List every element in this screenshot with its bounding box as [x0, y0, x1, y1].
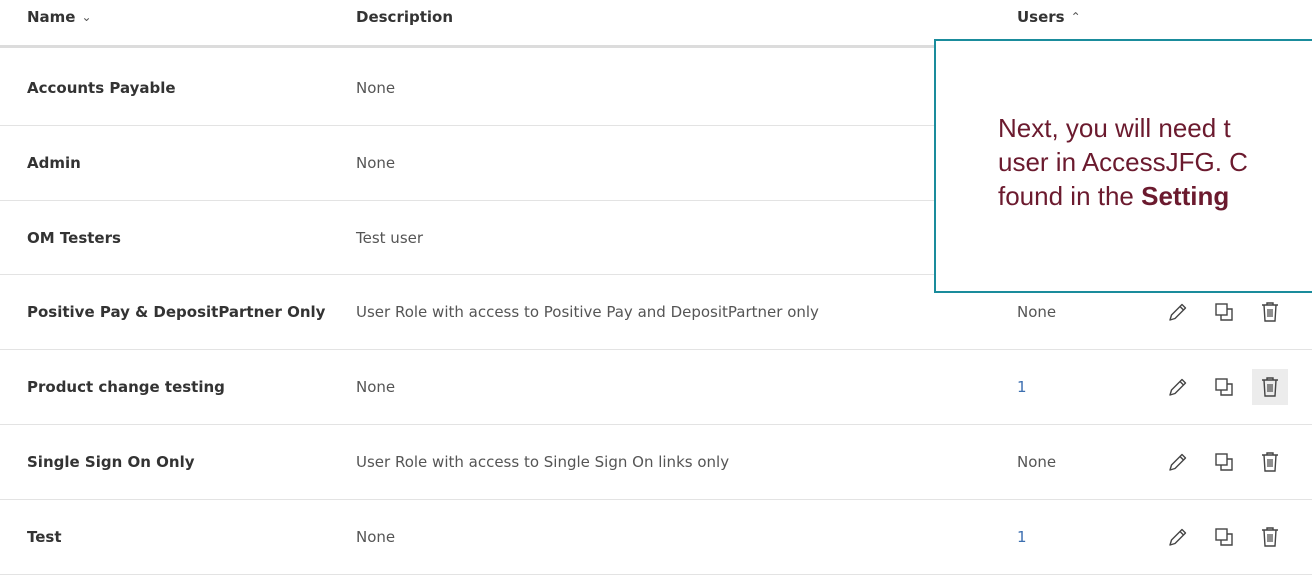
role-name[interactable]: Single Sign On Only [27, 425, 327, 499]
delete-button[interactable] [1252, 294, 1288, 330]
trash-icon [1262, 302, 1278, 322]
role-name[interactable]: Admin [27, 126, 327, 200]
role-users-link[interactable]: 1 [1017, 500, 1097, 574]
column-header-description[interactable]: Description [356, 8, 453, 26]
copy-icon [1215, 303, 1233, 321]
edit-button[interactable] [1160, 294, 1196, 330]
role-description: None [356, 528, 396, 546]
role-name[interactable]: Positive Pay & DepositPartner Only [27, 275, 327, 349]
copy-icon [1215, 453, 1233, 471]
role-users-link[interactable]: 1 [1017, 350, 1097, 424]
copy-icon [1215, 528, 1233, 546]
role-name[interactable]: Accounts Payable [27, 51, 327, 125]
copy-button[interactable] [1206, 519, 1242, 555]
delete-button[interactable] [1252, 519, 1288, 555]
role-description: None [356, 79, 396, 97]
pencil-icon [1169, 528, 1187, 546]
chevron-down-icon: ⌄ [81, 10, 92, 24]
trash-icon [1262, 452, 1278, 472]
role-name[interactable]: OM Testers [27, 201, 327, 274]
copy-button[interactable] [1206, 444, 1242, 480]
edit-button[interactable] [1160, 444, 1196, 480]
pencil-icon [1169, 378, 1187, 396]
table-row: Single Sign On Only User Role with acces… [0, 425, 1312, 500]
edit-button[interactable] [1160, 519, 1196, 555]
role-description: None [356, 154, 396, 172]
delete-button[interactable] [1252, 444, 1288, 480]
settings-emphasis: Setting [1141, 181, 1230, 211]
pencil-icon [1169, 453, 1187, 471]
role-description: User Role with access to Positive Pay an… [356, 303, 819, 321]
table-row: Test None 1 [0, 500, 1312, 575]
row-actions [1160, 350, 1298, 424]
role-description: User Role with access to Single Sign On … [356, 453, 730, 471]
role-users: None [1017, 453, 1057, 471]
copy-button[interactable] [1206, 369, 1242, 405]
delete-button[interactable] [1252, 369, 1288, 405]
column-header-name[interactable]: Name ⌄ [27, 8, 92, 26]
edit-button[interactable] [1160, 369, 1196, 405]
table-row: Product change testing None 1 [0, 350, 1312, 425]
copy-icon [1215, 378, 1233, 396]
copy-button[interactable] [1206, 294, 1242, 330]
trash-icon [1262, 377, 1278, 397]
role-name[interactable]: Test [27, 500, 327, 574]
trash-icon [1262, 527, 1278, 547]
role-description: Test user [356, 228, 424, 247]
pencil-icon [1169, 303, 1187, 321]
role-name[interactable]: Product change testing [27, 350, 327, 424]
callout-text: Next, you will need t user in AccessJFG.… [998, 113, 1248, 211]
chevron-up-icon: ⌃ [1070, 10, 1081, 24]
row-actions [1160, 425, 1298, 499]
row-actions [1160, 500, 1298, 574]
role-description: None [356, 378, 396, 396]
column-header-users[interactable]: Users ⌃ [1017, 8, 1081, 26]
tutorial-callout: Next, you will need t user in AccessJFG.… [934, 39, 1312, 293]
